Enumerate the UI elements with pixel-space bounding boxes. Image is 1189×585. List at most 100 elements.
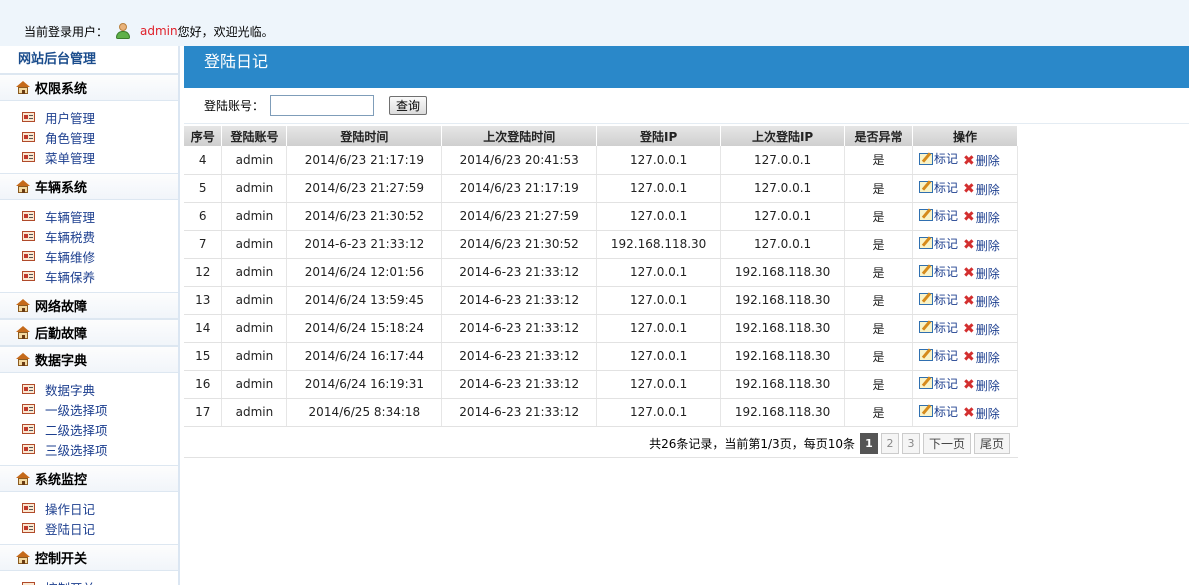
delete-link[interactable]: ✖ 删除 (958, 265, 1000, 282)
table-cell: 2014-6-23 21:33:12 (441, 370, 598, 399)
mark-label: 标记 (933, 320, 958, 335)
mark-link[interactable]: 标记 (918, 375, 958, 392)
sidebar-item[interactable]: 车辆维修 (0, 246, 178, 266)
card-icon (22, 523, 35, 533)
current-username: admin (140, 24, 178, 38)
table-cell: 127.0.0.1 (596, 370, 722, 399)
table-cell: 192.168.118.30 (720, 314, 846, 343)
card-icon (22, 424, 35, 434)
delete-link[interactable]: ✖ 删除 (958, 321, 1000, 338)
mark-link[interactable]: 标记 (918, 347, 958, 364)
row-actions: 标记 ✖ 删除 (912, 342, 1019, 371)
table-cell: 17 (184, 398, 223, 427)
mark-link[interactable]: 标记 (918, 291, 958, 308)
sidebar-item[interactable]: 操作日记 (0, 498, 178, 518)
edit-icon (918, 152, 933, 165)
delete-x-icon: ✖ (962, 265, 975, 281)
mark-link[interactable]: 标记 (918, 235, 958, 252)
table-cell: 2014/6/24 16:17:44 (286, 342, 443, 371)
table-cell: 2014/6/23 21:27:59 (286, 174, 443, 203)
table-row: 16 admin 2014/6/24 16:19:31 2014-6-23 21:33… (184, 370, 1019, 399)
mark-link[interactable]: 标记 (918, 150, 958, 167)
delete-link[interactable]: ✖ 删除 (958, 293, 1000, 310)
table-cell: 2014-6-23 21:33:12 (441, 286, 598, 315)
sidebar-item[interactable]: 登陆日记 (0, 518, 178, 538)
delete-x-icon: ✖ (962, 405, 975, 421)
sidebar-item-label: 一级选择项 (45, 402, 108, 418)
table-cell: admin (221, 342, 288, 371)
last-page-button[interactable]: 尾页 (973, 433, 1010, 454)
sidebar-item[interactable]: 车辆税费 (0, 226, 178, 246)
sidebar-group-header[interactable]: 控制开关 (0, 544, 178, 571)
sidebar-item[interactable]: 车辆管理 (0, 206, 178, 226)
page-number-button[interactable]: 3 (901, 433, 920, 454)
mark-link[interactable]: 标记 (918, 207, 958, 224)
table-cell: 127.0.0.1 (720, 202, 846, 231)
delete-link[interactable]: ✖ 删除 (958, 209, 1000, 226)
edit-icon (918, 181, 933, 193)
mark-label: 标记 (933, 404, 958, 419)
table-cell: 2014-6-23 21:33:12 (441, 258, 598, 287)
sidebar-item[interactable]: 用户管理 (0, 107, 178, 127)
page-numbers: 123 (857, 433, 920, 454)
next-page-button[interactable]: 下一页 (922, 433, 971, 454)
delete-link[interactable]: ✖ 删除 (958, 181, 1000, 198)
mark-link[interactable]: 标记 (918, 263, 958, 280)
sidebar-item[interactable]: 三级选择项 (0, 439, 178, 459)
sidebar-item[interactable]: 数据字典 (0, 379, 178, 399)
sidebar-item[interactable]: 控制开关 (0, 577, 178, 585)
home-icon (16, 299, 31, 312)
sidebar-item[interactable]: 菜单管理 (0, 147, 178, 167)
sidebar-group-items: 用户管理 角色管理 菜单管理 (0, 101, 178, 173)
page-number-button[interactable]: 1 (859, 433, 878, 454)
card-icon (22, 132, 35, 142)
sidebar-group-header[interactable]: 系统监控 (0, 465, 178, 492)
delete-link[interactable]: ✖ 删除 (958, 237, 1000, 254)
column-header: 是否异常 (844, 126, 913, 146)
table-cell: 127.0.0.1 (596, 342, 722, 371)
table-cell: 2014/6/23 21:17:19 (286, 146, 443, 175)
table-cell: admin (221, 174, 288, 203)
table-cell: 127.0.0.1 (596, 258, 722, 287)
delete-link[interactable]: ✖ 删除 (958, 152, 1000, 169)
table-cell: admin (221, 370, 288, 399)
query-button[interactable]: 查询 (389, 96, 428, 115)
table-cell: 2014/6/24 13:59:45 (286, 286, 443, 315)
sidebar-group-header[interactable]: 车辆系统 (0, 173, 178, 200)
delete-label: 删除 (975, 266, 1000, 281)
sidebar-item[interactable]: 二级选择项 (0, 419, 178, 439)
sidebar-group-header[interactable]: 数据字典 (0, 346, 178, 373)
mark-link[interactable]: 标记 (918, 403, 958, 420)
table-cell: 2014/6/24 15:18:24 (286, 314, 443, 343)
table-body: 4 admin 2014/6/23 21:17:19 2014/6/23 20:41:… (184, 146, 1019, 427)
sidebar-item[interactable]: 一级选择项 (0, 399, 178, 419)
sidebar-group-header[interactable]: 权限系统 (0, 74, 178, 101)
card-icon (22, 231, 35, 241)
sidebar-title: 网站后台管理 (0, 46, 178, 74)
sidebar-item[interactable]: 角色管理 (0, 127, 178, 147)
delete-link[interactable]: ✖ 删除 (958, 377, 1000, 394)
table-cell: 2014/6/23 20:41:53 (441, 146, 598, 175)
page-number-button[interactable]: 2 (880, 433, 899, 454)
table-cell: admin (221, 314, 288, 343)
sidebar-item-label: 登陆日记 (45, 521, 96, 537)
edit-icon (918, 321, 933, 333)
table-cell: 2014/6/23 21:30:52 (441, 230, 598, 259)
edit-icon (918, 265, 933, 277)
table-cell: 127.0.0.1 (596, 202, 722, 231)
delete-x-icon: ✖ (962, 181, 975, 197)
mark-link[interactable]: 标记 (918, 319, 958, 336)
table-row: 4 admin 2014/6/23 21:17:19 2014/6/23 20:41:… (184, 146, 1019, 175)
sidebar-group-items: 控制开关 (0, 571, 178, 585)
sidebar-item[interactable]: 车辆保养 (0, 266, 178, 286)
delete-link[interactable]: ✖ 删除 (958, 405, 1000, 422)
home-icon (16, 180, 31, 193)
delete-link[interactable]: ✖ 删除 (958, 349, 1000, 366)
sidebar-group-header[interactable]: 后勤故障 (0, 319, 178, 346)
delete-label: 删除 (975, 322, 1000, 337)
account-search-input[interactable] (270, 95, 375, 116)
sidebar-group-header[interactable]: 网络故障 (0, 292, 178, 319)
table-cell: 是 (844, 398, 913, 427)
card-icon (22, 251, 35, 261)
mark-link[interactable]: 标记 (918, 179, 958, 196)
